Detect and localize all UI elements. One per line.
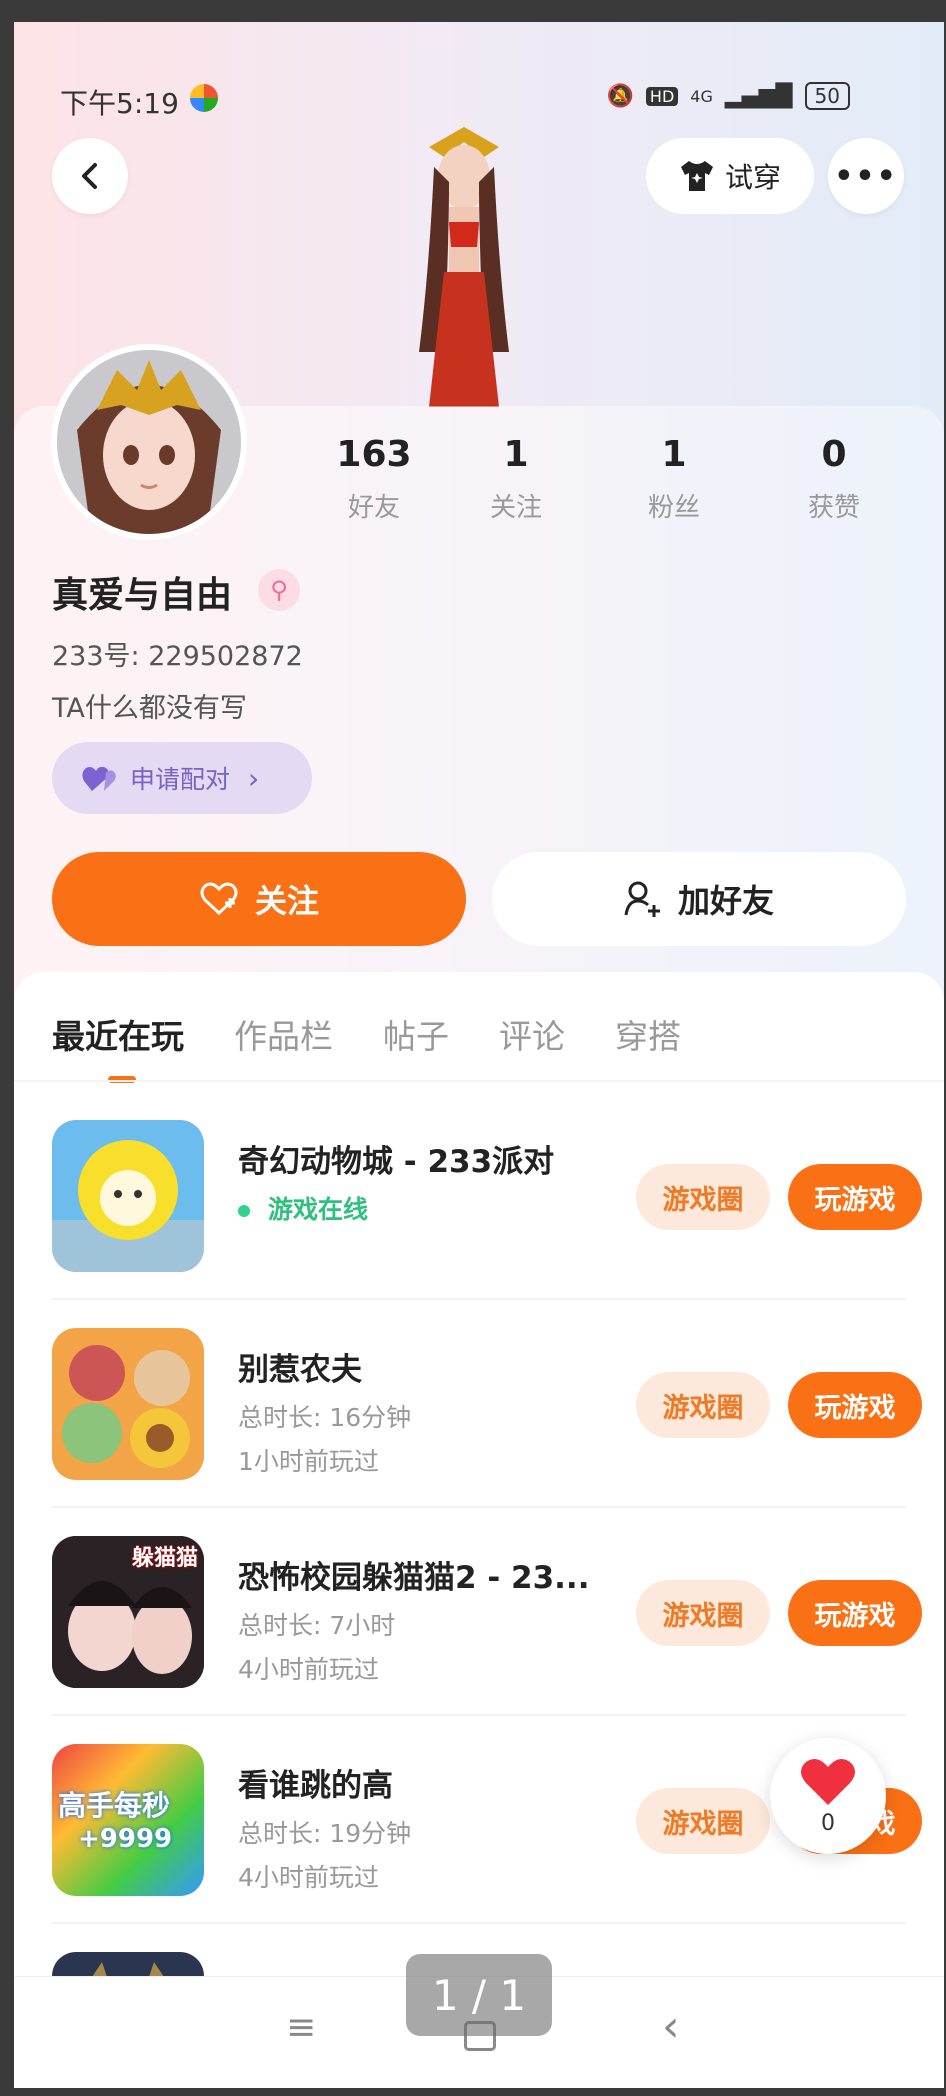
add-friend-label: 加好友 [677,882,774,920]
divider [52,1922,906,1924]
stat-likes[interactable]: 0 获赞 [774,434,894,524]
stat-friends[interactable]: 163 好友 [314,434,434,524]
game-icon-caption: 躲猫猫 [131,1546,198,1571]
user-id: 233号: 229502872 [52,641,303,672]
pair-request-button[interactable]: 申请配对 › [52,742,312,814]
add-user-icon [624,881,660,917]
stat-likes-value: 0 [821,434,847,475]
back-arrow-icon [82,163,97,189]
online-dot-icon [238,1205,250,1217]
game-circle-button[interactable]: 游戏圈 [636,1788,770,1854]
game-title: 别惹农夫 [238,1352,362,1388]
status-time: 下午5:19 [60,87,179,120]
top-frame [0,0,946,22]
online-label: 游戏在线 [268,1195,369,1224]
user-bio: TA什么都没有写 [52,693,247,724]
status-bar: 下午5:19 🔕 HD 4G ▂▄▆█ 50 [60,74,890,124]
mute-icon: 🔕 [606,83,634,109]
network-label: 4G [690,86,713,106]
female-icon: ⚲ [258,569,300,611]
battery-icon: 50 [804,82,850,110]
add-friend-button[interactable]: 加好友 [492,852,906,946]
game-icon-jump: 高手每秒 +9999 [52,1744,204,1896]
more-button[interactable]: ••• [828,138,904,214]
play-game-button[interactable]: 玩游戏 [788,1372,922,1438]
profile-screen: 下午5:19 🔕 HD 4G ▂▄▆█ 50 试穿 ••• 163 好友 1 关… [14,22,944,2088]
follow-label: 关注 [254,882,319,920]
avatar-portrait [57,350,241,534]
game-icon-caption-score: +9999 [78,1824,173,1854]
stat-fans[interactable]: 1 粉丝 [614,434,734,524]
tab-recently-played[interactable]: 最近在玩 [52,1010,184,1070]
stat-likes-label: 获赞 [807,493,860,523]
game-icon-farmer [52,1328,204,1480]
game-last-played: 4小时前玩过 [238,1655,379,1684]
username: 真爱与自由 [52,575,233,616]
stat-fans-value: 1 [661,434,687,475]
try-on-label: 试穿 [724,161,781,194]
hearts-icon [82,766,116,791]
heart-icon [801,1758,855,1805]
stat-friends-value: 163 [336,434,412,475]
profile-stats: 163 好友 1 关注 1 粉丝 0 获赞 [314,434,914,534]
follow-button[interactable]: 关注 [52,852,466,946]
game-duration: 总时长: 19分钟 [238,1819,412,1848]
tab-works[interactable]: 作品栏 [234,1010,333,1070]
divider [52,1714,906,1716]
game-title: 看谁跳的高 [238,1768,393,1804]
page-indicator: 1 / 1 [406,1954,552,2036]
game-icon-hide-seek: 躲猫猫 [52,1536,204,1688]
signal-icon: ▂▄▆█ [724,83,793,109]
game-title: 奇幻动物城 - 233派对 [238,1144,555,1180]
tshirt-icon [680,161,713,191]
divider [52,1506,906,1508]
try-on-button[interactable]: 试穿 [646,138,814,214]
game-circle-button[interactable]: 游戏圈 [636,1164,770,1230]
stat-fans-label: 粉丝 [647,493,700,523]
character-avatar-figure [419,127,509,407]
game-last-played: 4小时前玩过 [238,1863,379,1892]
game-icon-zootopia [52,1120,204,1272]
tab-comments[interactable]: 评论 [499,1010,565,1070]
tab-bar: 最近在玩 作品栏 帖子 评论 穿搭 [52,1010,681,1070]
game-duration: 总时长: 7小时 [238,1611,396,1640]
heart-plus-icon [200,882,238,916]
game-circle-button[interactable]: 游戏圈 [636,1580,770,1646]
app-notification-icon [190,84,218,112]
like-floating-button[interactable]: 0 [770,1738,886,1854]
game-icon-caption: 高手每秒 [58,1789,171,1822]
chevron-right-icon: › [248,761,260,795]
content-panel: 最近在玩 作品栏 帖子 评论 穿搭 奇幻动物城 - 233派对 游戏在线 游戏圈… [14,972,944,2088]
game-duration: 总时长: 16分钟 [238,1403,412,1432]
tab-outfits[interactable]: 穿搭 [615,1010,681,1070]
avatar[interactable] [51,344,247,540]
stat-following[interactable]: 1 关注 [456,434,576,524]
divider [52,1298,906,1300]
back-button[interactable] [52,138,128,214]
back-nav-icon[interactable]: ‹ [662,2001,680,2052]
tab-divider [14,1080,944,1082]
stat-following-label: 关注 [489,493,542,523]
menu-icon[interactable]: ≡ [286,2007,316,2048]
more-dots-icon: ••• [834,158,898,194]
stat-friends-label: 好友 [347,493,400,523]
game-circle-button[interactable]: 游戏圈 [636,1372,770,1438]
stat-following-value: 1 [503,434,529,475]
game-title: 恐怖校园躲猫猫2 - 23... [238,1560,590,1596]
play-game-button[interactable]: 玩游戏 [788,1164,922,1230]
pair-request-label: 申请配对 [130,765,231,794]
hd-icon: HD [645,86,679,106]
tab-posts[interactable]: 帖子 [383,1010,449,1070]
game-online-status: 游戏在线 [238,1190,368,1226]
like-count: 0 [821,1810,835,1836]
game-last-played: 1小时前玩过 [238,1447,379,1476]
play-game-button[interactable]: 玩游戏 [788,1580,922,1646]
status-indicators: 🔕 HD 4G ▂▄▆█ 50 [607,82,850,110]
